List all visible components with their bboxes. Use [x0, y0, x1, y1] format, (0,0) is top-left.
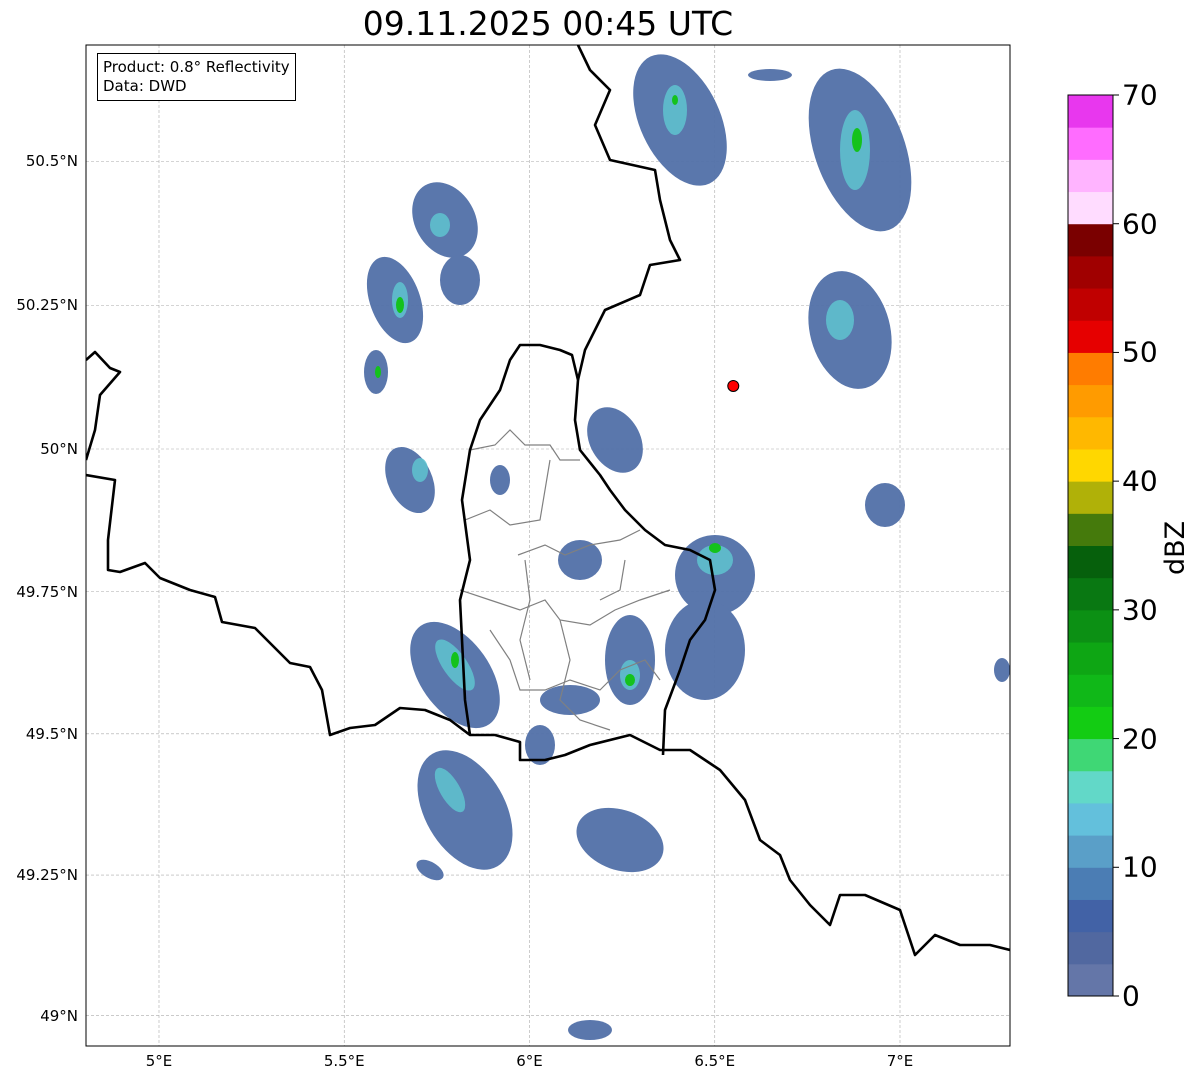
lon-tick-label: 5.5°E [323, 1052, 365, 1070]
colorbar-segment [1068, 448, 1113, 482]
echo-peak [625, 674, 635, 686]
colorbar-segment [1068, 609, 1113, 643]
lat-tick-label: 49°N [40, 1006, 78, 1025]
echo-peak [852, 128, 862, 152]
lat-tick-label: 50.5°N [25, 152, 78, 171]
echo-cell [665, 600, 745, 700]
colorbar-segment [1068, 931, 1113, 965]
colorbar-segment [1068, 481, 1113, 514]
colorbar-segment [1068, 674, 1113, 707]
echo-cell [568, 1020, 612, 1040]
echo-core [826, 300, 854, 340]
colorbar-tick-label: 0 [1122, 979, 1140, 1013]
echo-peak [396, 297, 404, 313]
colorbar-segment [1068, 223, 1113, 257]
echo-cell [558, 540, 602, 580]
echo-cell [748, 69, 792, 81]
radar-site-marker [727, 379, 740, 392]
colorbar-tick-label: 10 [1122, 850, 1158, 884]
lat-tick-label: 49.25°N [16, 866, 78, 885]
echo-cell [490, 465, 510, 495]
radar-map [85, 44, 1119, 1047]
colorbar-segment [1068, 255, 1113, 289]
colorbar-segment [1068, 963, 1113, 997]
colorbar-tick-label: 40 [1122, 464, 1158, 498]
colorbar-title: dBZ [1160, 520, 1191, 575]
colorbar-tick-label: 30 [1122, 593, 1158, 627]
echo-peak [709, 543, 721, 553]
colorbar-segment [1068, 577, 1113, 611]
lat-tick-label: 49.75°N [16, 582, 78, 601]
lon-tick-label: 6.5°E [694, 1052, 736, 1070]
echo-cell [994, 658, 1010, 682]
echo-cell [865, 483, 905, 527]
lat-tick-label: 50°N [40, 440, 78, 458]
echo-cell [440, 255, 480, 305]
colorbar-segment [1068, 191, 1113, 225]
colorbar-segment [1068, 95, 1113, 128]
colorbar-segment [1068, 384, 1113, 418]
colorbar-tick-label: 50 [1122, 335, 1158, 369]
colorbar-segment [1068, 127, 1113, 160]
lat-tick-label: 49.5°N [25, 724, 78, 743]
lon-tick-label: 5°E [145, 1052, 173, 1070]
lat-tick-label: 50.25°N [16, 296, 78, 315]
colorbar-tick-label: 70 [1122, 78, 1158, 112]
colorbar-segment [1068, 867, 1113, 900]
colorbar-segment [1068, 545, 1113, 579]
colorbar-segment [1068, 738, 1113, 772]
product-label: Product: 0.8° Reflectivity [103, 58, 290, 76]
info-box: Product: 0.8° Reflectivity Data: DWD [97, 53, 296, 101]
echo-peak [375, 366, 381, 378]
colorbar-segment [1068, 513, 1113, 546]
colorbar-segment [1068, 320, 1113, 353]
colorbar-segment [1068, 642, 1113, 675]
lon-tick-label: 7°E [886, 1052, 914, 1070]
colorbar-segment [1068, 416, 1113, 450]
colorbar-segment [1068, 352, 1113, 386]
colorbar-segment [1068, 770, 1113, 804]
echo-core [412, 458, 428, 482]
data-source-label: Data: DWD [103, 77, 187, 95]
echo-core [430, 213, 450, 237]
echo-peak [451, 652, 459, 668]
colorbar-segment [1068, 802, 1113, 836]
colorbar-tick-label: 60 [1122, 207, 1158, 241]
colorbar-segment [1068, 899, 1113, 933]
colorbar-segment [1068, 288, 1113, 321]
echo-peak [672, 95, 678, 105]
echo-core [663, 85, 687, 135]
colorbar-segment [1068, 706, 1113, 740]
colorbar-segment [1068, 835, 1113, 868]
lon-tick-label: 6°E [516, 1052, 543, 1070]
colorbar [1068, 95, 1113, 997]
colorbar-segment [1068, 159, 1113, 193]
colorbar-tick-label: 20 [1122, 722, 1158, 756]
